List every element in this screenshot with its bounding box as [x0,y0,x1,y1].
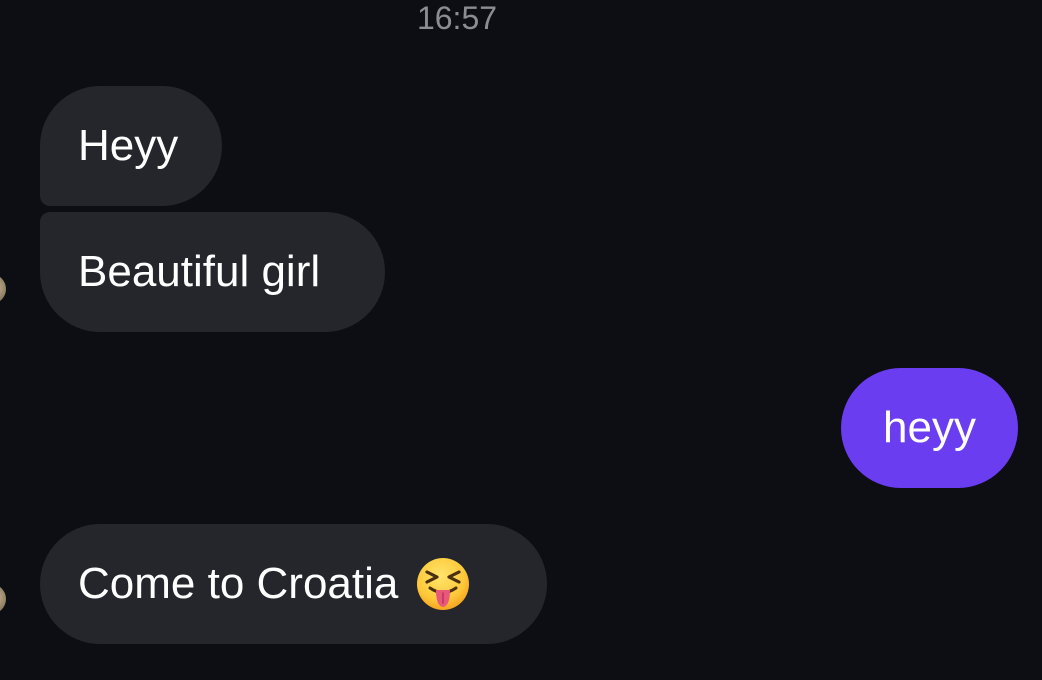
sender-avatar[interactable] [0,584,6,614]
chat-thread[interactable]: 16:57 Heyy Beautiful girl heyy Come to C… [0,0,1042,680]
sender-avatar[interactable] [0,274,6,304]
incoming-message-bubble[interactable]: Heyy [40,86,222,206]
outgoing-message-bubble[interactable]: heyy [841,368,1018,488]
incoming-message-bubble[interactable]: Beautiful girl [40,212,385,332]
message-timestamp: 16:57 [416,0,498,36]
squinting-face-with-tongue-icon [416,557,470,611]
message-text: Come to Croatia [78,559,399,608]
message-text: heyy [883,403,976,452]
message-text: Beautiful girl [78,247,321,296]
message-text: Heyy [78,121,179,170]
incoming-message-bubble[interactable]: Come to Croatia [40,524,547,644]
